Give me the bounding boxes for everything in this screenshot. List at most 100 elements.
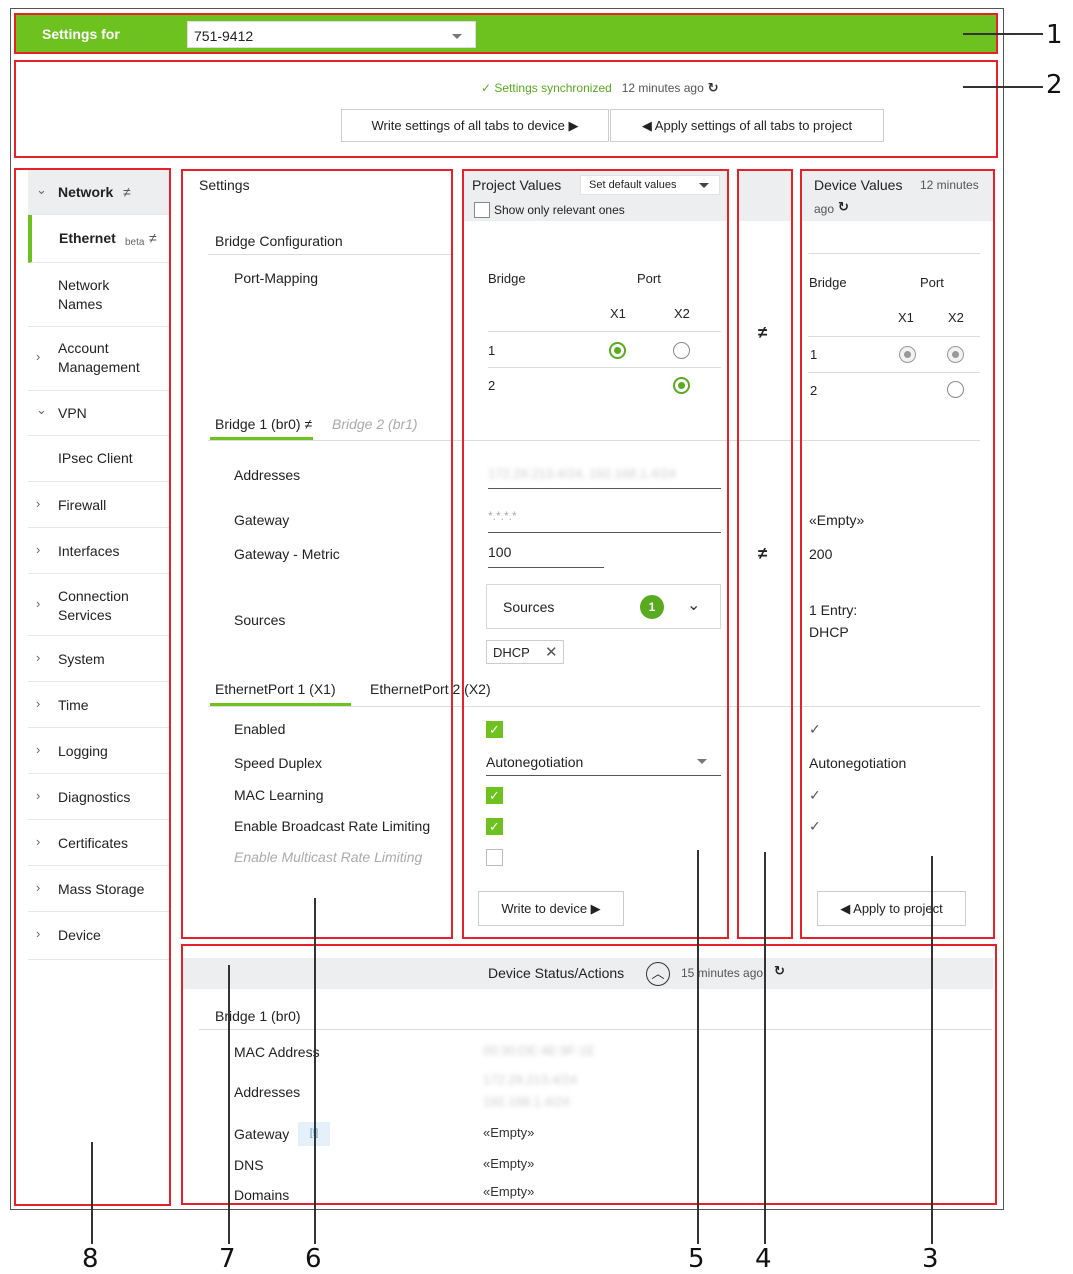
addresses-label: Addresses [234, 467, 301, 483]
diff-mark-metric: ≠ [758, 544, 768, 563]
status-address-2-blurred: 192.168.1.4/24 [483, 1094, 570, 1109]
tab-bridge-1[interactable]: Bridge 1 (br0) ≠ [215, 416, 312, 432]
tab-ethernet-port-1[interactable]: EthernetPort 1 (X1) [215, 681, 336, 697]
multicast-limit-label: Enable Multicast Rate Limiting [234, 849, 423, 865]
sidebar-item-ethernet[interactable]: Ethernet beta ≠ [28, 215, 170, 263]
device-values-age-2: ago [814, 202, 835, 216]
device-select[interactable]: 751-9412 [187, 21, 476, 48]
gateway-input[interactable]: *.*.*.* [488, 509, 517, 523]
settings-header-bar [16, 15, 996, 52]
multicast-limit-checkbox[interactable] [486, 849, 503, 866]
sync-status-line: ✓ Settings synchronized 12 minutes ago ↻ [481, 79, 719, 96]
divider [808, 336, 980, 337]
status-dns-value: «Empty» [483, 1156, 535, 1171]
divider [208, 254, 452, 255]
device-gateway-value: «Empty» [809, 512, 865, 528]
radio-bridge1-x2[interactable] [673, 342, 690, 359]
mac-learning-checkbox[interactable]: ✓ [486, 787, 503, 804]
sidebar-item-mass-storage[interactable]: › Mass Storage [28, 866, 170, 912]
sidebar-item-ipsec-client[interactable]: IPsec Client [28, 436, 170, 482]
chevron-down-icon [697, 759, 707, 764]
beta-badge: beta [125, 237, 145, 248]
chevron-right-icon: › [36, 650, 41, 665]
apply-all-tabs-button[interactable]: ◀ Apply settings of all tabs to project [610, 109, 884, 142]
apply-to-project-button[interactable]: ◀ Apply to project [817, 891, 966, 926]
collapse-icon[interactable]: ︿ [646, 962, 670, 986]
callout-number-6: 6 [305, 1244, 322, 1274]
sidebar-item-diagnostics[interactable]: › Diagnostics [28, 774, 170, 820]
device-speed-value: Autonegotiation [809, 755, 907, 771]
sidebar-item-label: Time [58, 697, 89, 713]
callout-line-2 [963, 86, 1043, 88]
sidebar-item-label: System [58, 651, 105, 667]
sidebar-item-certificates[interactable]: › Certificates [28, 820, 170, 866]
sidebar-item-time[interactable]: › Time [28, 682, 170, 728]
sidebar-item-label: Diagnostics [58, 789, 131, 805]
chevron-right-icon: › [36, 496, 41, 511]
status-mac-label: MAC Address [234, 1044, 320, 1060]
settings-column-title: Settings [199, 177, 250, 193]
device-status-title: Device Status/Actions [488, 965, 625, 981]
sources-dropdown[interactable]: Sources 1 ⌄ [486, 584, 721, 629]
sidebar-item-system[interactable]: › System [28, 636, 170, 682]
radio-bridge2-x2[interactable] [673, 377, 690, 394]
metric-input-underline [488, 567, 604, 568]
sidebar-item-label: Network Names [58, 277, 110, 312]
chevron-down-icon [452, 34, 462, 39]
refresh-icon[interactable]: ↻ [708, 80, 719, 95]
diff-mark: ≠ [304, 416, 313, 432]
refresh-icon[interactable]: ↻ [774, 963, 785, 979]
callout-number-4: 4 [755, 1244, 772, 1274]
device-radio-bridge1-x1 [899, 346, 916, 363]
status-addresses-label: Addresses [234, 1084, 301, 1100]
device-col-bridge: Bridge [809, 275, 847, 290]
enabled-label: Enabled [234, 721, 286, 737]
sidebar-item-network-names[interactable]: Network Names [28, 263, 170, 327]
radio-bridge1-x1[interactable] [609, 342, 626, 359]
relevant-only-checkbox[interactable] [474, 202, 490, 218]
sync-status: ✓ Settings synchronized [481, 81, 612, 95]
addresses-input-underline[interactable] [488, 488, 721, 489]
chevron-right-icon: › [36, 834, 41, 849]
sidebar-item-connection-services[interactable]: › Connection Services [28, 574, 170, 636]
device-col-x1: X1 [898, 310, 914, 325]
sidebar-item-label: Mass Storage [58, 881, 145, 897]
dhcp-chip: DHCP ✕ [486, 640, 564, 664]
broadcast-limit-checkbox[interactable]: ✓ [486, 818, 503, 835]
sidebar-item-vpn[interactable]: ⌄ VPN [28, 391, 170, 436]
close-icon[interactable]: ✕ [545, 643, 558, 661]
sidebar-item-label: Network [58, 184, 114, 200]
diff-header-bg [739, 171, 791, 221]
sidebar-item-account-management[interactable]: › Account Management [28, 327, 170, 391]
gateway-metric-label: Gateway - Metric [234, 546, 340, 562]
sidebar-item-device[interactable]: › Device [28, 912, 170, 960]
speed-duplex-select[interactable]: Autonegotiation [486, 752, 721, 776]
chevron-right-icon: › [36, 788, 41, 803]
sidebar-item-logging[interactable]: › Logging [28, 728, 170, 774]
sidebar-item-interfaces[interactable]: › Interfaces [28, 528, 170, 574]
sidebar-item-label: Device [58, 927, 101, 943]
chevron-down-icon: ⌄ [687, 597, 701, 614]
sources-count-badge: 1 [640, 595, 664, 619]
chevron-right-icon: › [36, 596, 41, 611]
sidebar-item-label: Logging [58, 743, 108, 759]
sidebar-item-firewall[interactable]: › Firewall [28, 482, 170, 528]
chevron-down-icon [699, 183, 709, 188]
divider [208, 440, 980, 441]
broadcast-limit-label: Enable Broadcast Rate Limiting [234, 818, 431, 834]
tab-bridge-2[interactable]: Bridge 2 (br1) [332, 416, 418, 432]
write-to-device-button[interactable]: Write to device ▶ [478, 891, 624, 926]
status-domains-label: Domains [234, 1187, 290, 1203]
enabled-checkbox[interactable]: ✓ [486, 721, 503, 738]
sidebar-item-network[interactable]: ⌄ Network ≠ [28, 170, 170, 215]
chevron-down-icon: ⌄ [36, 182, 47, 197]
refresh-icon[interactable]: ↻ [838, 199, 849, 215]
default-values-select[interactable]: Set default values [580, 175, 720, 195]
settings-for-label: Settings for [42, 26, 120, 42]
device-select-value: 751-9412 [194, 28, 254, 44]
tab-bridge-1-label: Bridge 1 (br0) [215, 416, 301, 432]
tab-ethernet-port-2[interactable]: EthernetPort 2 (X2) [370, 681, 491, 697]
gateway-metric-input[interactable]: 100 [488, 544, 511, 560]
write-all-tabs-button[interactable]: Write settings of all tabs to device ▶ [341, 109, 609, 142]
gateway-input-underline [488, 532, 721, 533]
